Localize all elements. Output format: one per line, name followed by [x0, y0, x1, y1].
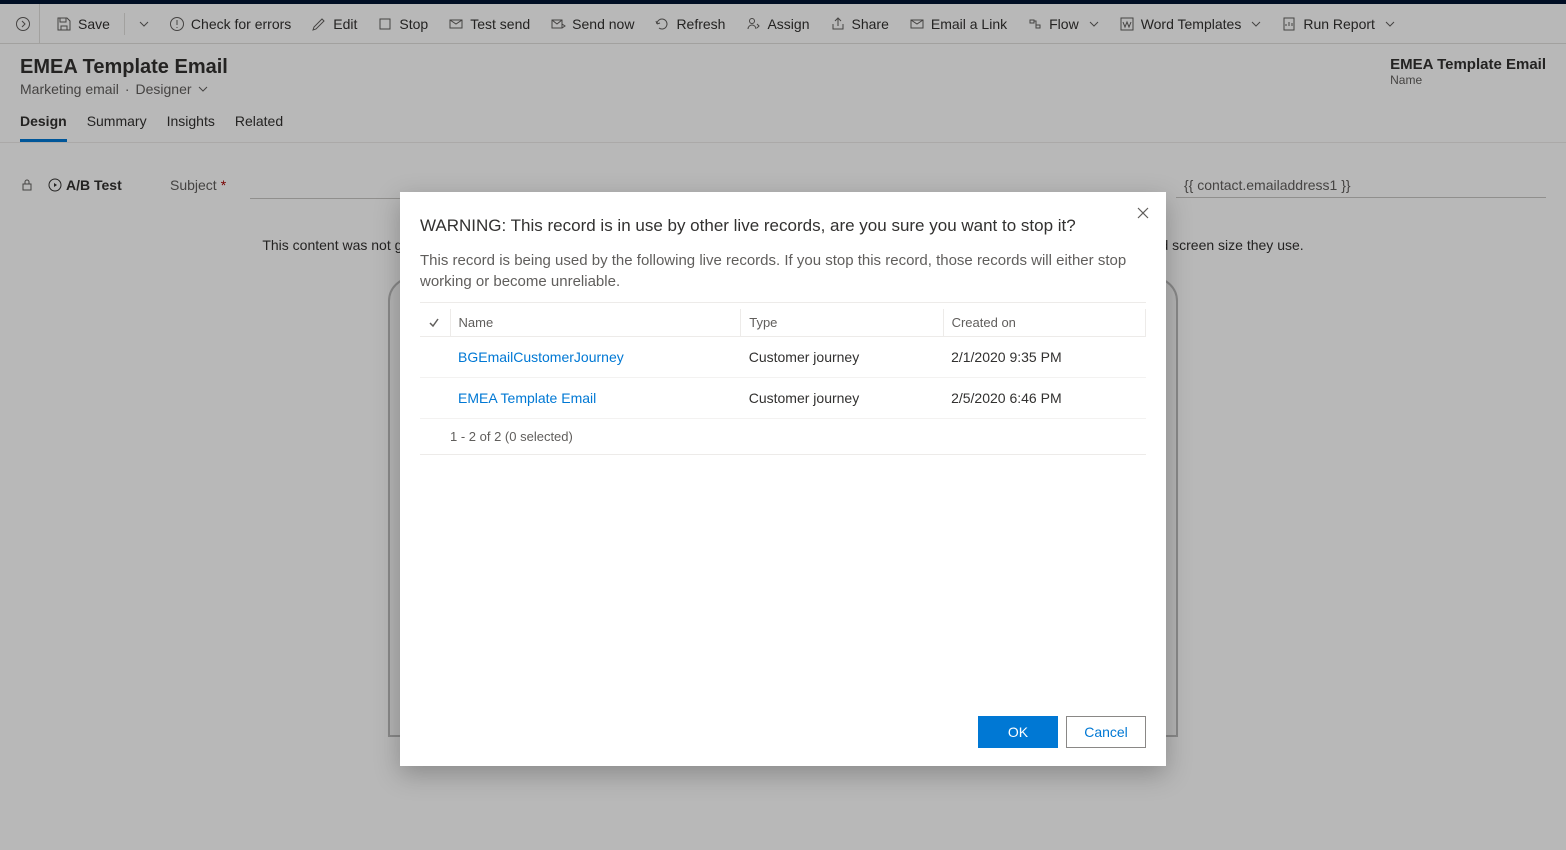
row-type: Customer journey [741, 378, 943, 419]
row-name: EMEA Template Email [450, 378, 741, 419]
warning-dialog: WARNING: This record is in use by other … [400, 192, 1166, 766]
row-type: Customer journey [741, 337, 943, 378]
ok-button[interactable]: OK [978, 716, 1058, 748]
cancel-button[interactable]: Cancel [1066, 716, 1146, 748]
row-created: 2/1/2020 9:35 PM [943, 337, 1145, 378]
dialog-close-button[interactable] [1136, 206, 1150, 220]
col-checkbox[interactable] [420, 309, 450, 337]
col-created[interactable]: Created on [943, 309, 1145, 337]
dialog-pager: 1 - 2 of 2 (0 selected) [420, 419, 1146, 455]
row-checkbox[interactable] [420, 378, 450, 419]
record-link[interactable]: BGEmailCustomerJourney [458, 349, 624, 365]
table-row[interactable]: EMEA Template Email Customer journey2/5/2… [420, 378, 1146, 419]
row-checkbox[interactable] [420, 337, 450, 378]
modal-overlay: WARNING: This record is in use by other … [0, 0, 1566, 850]
row-created: 2/5/2020 6:46 PM [943, 378, 1145, 419]
col-type[interactable]: Type [741, 309, 943, 337]
close-icon [1136, 206, 1150, 220]
dialog-title: WARNING: This record is in use by other … [420, 216, 1146, 236]
dialog-description: This record is being used by the followi… [420, 250, 1146, 303]
dialog-records-table: Name Type Created on BGEmailCustomerJour… [420, 309, 1146, 419]
col-name[interactable]: Name [450, 309, 741, 337]
check-icon [428, 317, 440, 329]
table-row[interactable]: BGEmailCustomerJourney Customer journey2/… [420, 337, 1146, 378]
row-name: BGEmailCustomerJourney [450, 337, 741, 378]
record-link[interactable]: EMEA Template Email [458, 390, 596, 406]
